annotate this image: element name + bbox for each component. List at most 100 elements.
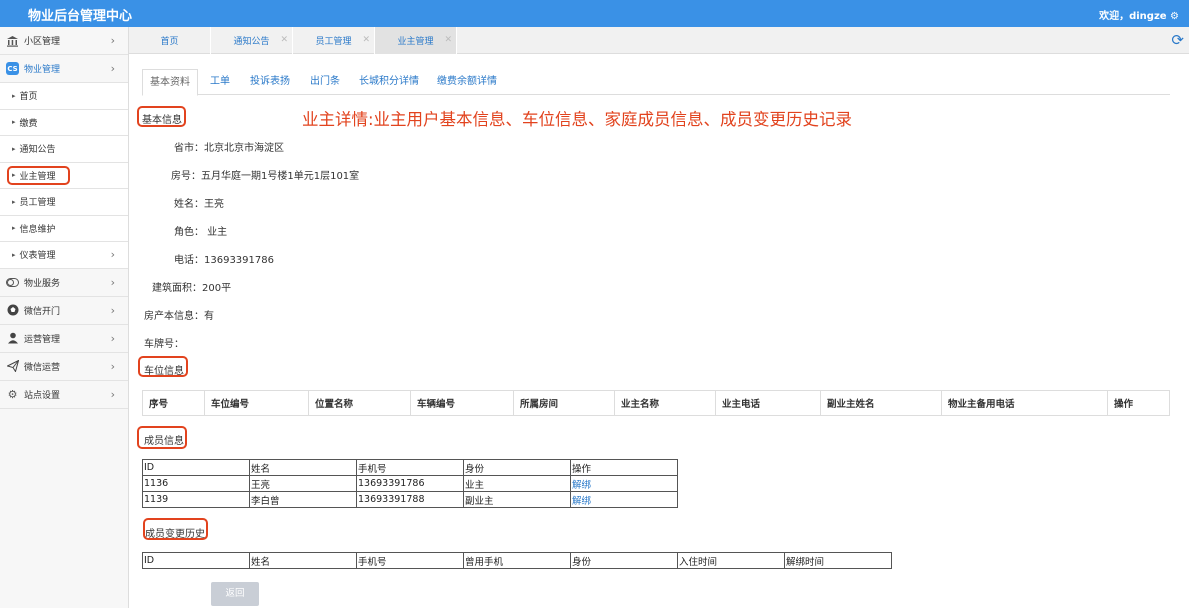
highlight-basic-info	[137, 106, 186, 127]
sidebar-item-label: 站点设置	[24, 390, 61, 401]
column-header: 入住时间	[677, 552, 785, 569]
page-tab-label: 业主管理	[397, 37, 434, 47]
table-header-row: ID 姓名 手机号 身份 操作	[142, 459, 678, 476]
chevron-right-icon: ›	[110, 34, 115, 47]
sidebar-item-label: 微信开门	[24, 306, 61, 317]
cell-id: 1136	[142, 475, 250, 492]
toggle-icon	[6, 276, 19, 289]
column-header: ID	[142, 552, 250, 569]
table-header-row: ID 姓名 手机号 曾用手机 身份 入住时间 解绑时间	[142, 552, 892, 569]
cell-name: 王亮	[249, 475, 357, 492]
close-icon[interactable]: ✕	[362, 35, 370, 45]
sidebar-subitem-meters[interactable]: ▸ 仪表管理 ›	[0, 242, 128, 269]
sidebar-item-wechat-ops[interactable]: 微信运营 ›	[0, 353, 128, 381]
column-header: 副业主姓名	[820, 390, 942, 416]
column-header: 车位编号	[204, 390, 309, 416]
cell-id: 1139	[142, 491, 250, 508]
sidebar-subitem-payment[interactable]: ▸ 缴费	[0, 109, 128, 136]
column-header: 姓名	[249, 552, 357, 569]
chevron-right-icon: ›	[110, 331, 115, 345]
sidebar-item-property[interactable]: CS 物业管理 ›	[0, 55, 128, 83]
sidebar-item-site-settings[interactable]: ⚙ 站点设置 ›	[0, 381, 128, 409]
cell-identity: 业主	[463, 475, 571, 492]
chevron-right-icon: ›	[110, 303, 115, 317]
column-header: 身份	[570, 552, 678, 569]
caret-right-icon: ▸	[12, 91, 16, 100]
chevron-right-icon: ›	[110, 248, 115, 261]
tab-basic-info[interactable]: 基本资料	[142, 69, 198, 96]
tab-exit-pass[interactable]: 出门条	[310, 69, 340, 95]
annotation-note: 业主详情:业主用户基本信息、车位信息、家庭成员信息、成员变更历史记录	[302, 110, 853, 129]
column-header: 操作	[1114, 399, 1134, 410]
chevron-right-icon: ›	[110, 62, 115, 75]
column-header: 业主名称	[614, 390, 716, 416]
user-icon	[6, 332, 19, 345]
caret-right-icon: ▸	[12, 224, 16, 233]
refresh-icon[interactable]: ⟳	[1171, 31, 1184, 49]
page-tab-label: 首页	[160, 37, 179, 47]
sidebar-subitem-home[interactable]: ▸ 首页	[0, 83, 128, 110]
tab-balance-detail[interactable]: 缴费余额详情	[437, 69, 497, 95]
column-header: 车辆编号	[410, 390, 514, 416]
table-row: 1136 王亮 13693391786 业主 解绑	[142, 475, 678, 492]
column-header: 物业主备用电话	[941, 390, 1108, 416]
column-header: 操作	[570, 459, 678, 476]
back-button[interactable]: 返回	[211, 582, 259, 606]
user-welcome-menu[interactable]: 欢迎，dingze ⚙	[1099, 7, 1179, 22]
caret-right-icon: ▸	[12, 118, 16, 127]
app-title: 物业后台管理中心	[28, 9, 133, 24]
highlight-history	[143, 518, 208, 540]
cs-icon: CS	[6, 62, 19, 75]
field-building-area: 建筑面积：200平	[152, 283, 232, 294]
page-tab-label: 员工管理	[315, 37, 352, 47]
column-header: 位置名称	[308, 390, 411, 416]
cell-name: 李白曾	[249, 491, 357, 508]
caret-right-icon: ▸	[12, 197, 16, 206]
parking-table: 序号 车位编号 位置名称 车辆编号 所属房间 业主名称 业主电话 副业主姓名 物…	[142, 390, 1170, 416]
building-icon	[6, 34, 19, 47]
sidebar-item-operations[interactable]: 运营管理 ›	[0, 325, 128, 353]
unbind-link[interactable]: 解绑	[572, 496, 591, 507]
tab-work-orders[interactable]: 工单	[210, 69, 230, 95]
chevron-right-icon: ›	[110, 275, 115, 289]
column-header: 序号	[142, 390, 205, 416]
sidebar-subitem-staff[interactable]: ▸ 员工管理	[0, 189, 128, 216]
football-icon	[6, 304, 19, 317]
sidebar-item-community[interactable]: 小区管理 ›	[0, 27, 128, 55]
sidebar-item-property-service[interactable]: 物业服务 ›	[0, 269, 128, 297]
sidebar-subitem-info-maintenance[interactable]: ▸ 信息维护	[0, 215, 128, 242]
field-phone: 电话：13693391786	[174, 255, 274, 266]
sidebar-subitem-notice[interactable]: ▸ 通知公告	[0, 136, 128, 163]
field-room-number: 房号：五月华庭一期1号楼1单元1层101室	[171, 171, 360, 182]
column-header: 所属房间	[513, 390, 615, 416]
field-role: 角色： 业主	[174, 227, 228, 238]
tab-complaints[interactable]: 投诉表扬	[250, 69, 290, 95]
close-icon[interactable]: ✕	[444, 35, 452, 45]
cell-action: 解绑	[570, 491, 678, 508]
sidebar-item-wechat-door[interactable]: 微信开门 ›	[0, 297, 128, 325]
table-header-row: 序号 车位编号 位置名称 车辆编号 所属房间 业主名称 业主电话 副业主姓名 物…	[142, 390, 1170, 416]
highlight-members	[137, 426, 187, 449]
column-header: 解绑时间	[784, 552, 892, 569]
field-province-city: 省市：北京北京市海淀区	[174, 143, 284, 154]
close-icon[interactable]: ✕	[280, 35, 288, 45]
column-header: 业主电话	[715, 390, 821, 416]
tab-points-detail[interactable]: 长城积分详情	[359, 69, 419, 95]
column-header: ID	[142, 459, 250, 476]
sidebar-item-label: 通知公告	[19, 145, 56, 156]
cell-identity: 副业主	[463, 491, 571, 508]
paper-plane-icon	[6, 360, 19, 373]
unbind-link[interactable]: 解绑	[572, 480, 591, 491]
page-tab-home[interactable]: 首页	[129, 27, 211, 54]
page-tab-notice[interactable]: 通知公告 ✕	[211, 27, 293, 54]
sidebar-item-label: 物业服务	[24, 278, 61, 289]
top-bar: 物业后台管理中心 欢迎，dingze ⚙	[0, 0, 1189, 27]
history-table: ID 姓名 手机号 曾用手机 身份 入住时间 解绑时间	[142, 552, 892, 569]
highlight-parking	[138, 356, 188, 377]
page-tab-owner-management[interactable]: 业主管理 ✕	[375, 27, 457, 54]
sidebar: 小区管理 › CS 物业管理 › ▸ 首页 ▸ 缴费 ▸ 通知公告 ▸ 业主管理…	[0, 27, 129, 608]
field-plate-number: 车牌号：	[144, 339, 184, 350]
sidebar-item-label: 物业管理	[24, 65, 61, 75]
page-tab-staff[interactable]: 员工管理 ✕	[293, 27, 375, 54]
column-header: 手机号	[356, 552, 464, 569]
